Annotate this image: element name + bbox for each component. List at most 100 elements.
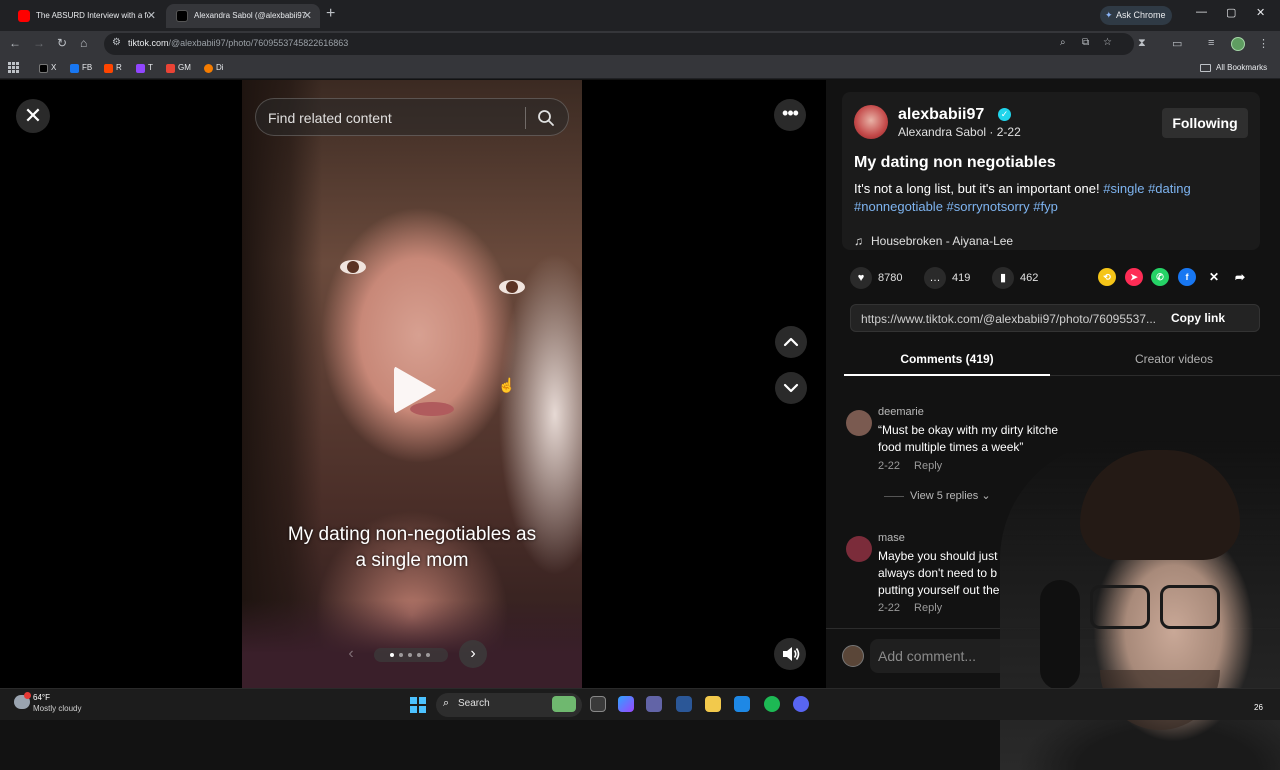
minimize-button[interactable]: — — [1196, 6, 1207, 18]
teams-icon[interactable] — [646, 696, 662, 712]
side-panel-icon[interactable]: ▭ — [1172, 37, 1182, 50]
tab-comments[interactable]: Comments (419) — [844, 352, 1050, 366]
windows-start-icon[interactable] — [410, 697, 426, 713]
music-link[interactable]: ♫ Housebroken - Aiyana-Lee — [854, 234, 1013, 248]
view-replies-button[interactable]: View 5 replies ⌄ — [884, 489, 991, 502]
copy-link-button[interactable]: Copy link — [1171, 311, 1225, 325]
ask-chrome-button[interactable]: ✦ Ask Chrome — [1100, 6, 1172, 25]
carousel-dot[interactable] — [408, 653, 412, 657]
reading-list-icon[interactable]: ≡ — [1208, 37, 1214, 49]
close-viewer-button[interactable]: ✕ — [16, 99, 50, 133]
post-link-url[interactable]: https://www.tiktok.com/@alexbabii97/phot… — [861, 312, 1166, 326]
new-tab-button[interactable]: + — [326, 5, 335, 23]
carousel-dot[interactable] — [390, 653, 394, 657]
search-icon: ⌕ — [443, 697, 450, 709]
forward-icon[interactable]: → — [33, 36, 45, 50]
more-options-button[interactable]: ••• — [774, 99, 806, 131]
following-button[interactable]: Following — [1162, 108, 1248, 138]
tab-tiktok-profile[interactable]: Alexandra Sabol (@alexbabii97) ✕ — [166, 4, 320, 28]
weather-temperature[interactable]: 64°F — [33, 693, 50, 702]
reply-button[interactable]: Reply — [914, 460, 942, 472]
all-bookmarks-button[interactable]: All Bookmarks — [1200, 61, 1267, 75]
previous-photo-button[interactable]: ‹ — [337, 640, 365, 668]
whatsapp-icon[interactable]: ✆ — [1151, 268, 1169, 286]
bookmark-fb[interactable]: FB — [70, 61, 92, 75]
bookmark-label: Di — [216, 63, 224, 72]
taskbar-search-label: Search — [458, 698, 490, 709]
repost-icon[interactable]: ⟲ — [1098, 268, 1116, 286]
next-photo-button[interactable]: › — [459, 640, 487, 668]
share-arrow-icon[interactable]: ➦ — [1231, 268, 1249, 286]
copilot-icon[interactable] — [618, 696, 634, 712]
comment-count: 419 — [952, 272, 971, 284]
weather-alert-badge — [24, 692, 31, 699]
like-button[interactable]: ♥ 8780 — [850, 266, 902, 290]
hashtag-link[interactable]: #single — [1103, 181, 1144, 196]
facebook-share-icon[interactable]: f — [1178, 268, 1196, 286]
commenter-username[interactable]: deemarie — [878, 406, 924, 418]
creator-username[interactable]: alexbabii97 — [898, 106, 984, 124]
previous-post-button[interactable] — [775, 326, 807, 358]
creator-avatar[interactable] — [854, 105, 888, 139]
tab-creator-videos[interactable]: Creator videos — [1074, 352, 1274, 366]
tiktok-page: ✕ ☝ My dating non-negotiables as a singl… — [0, 80, 1280, 770]
sound-toggle-button[interactable] — [774, 638, 806, 670]
carousel-dot[interactable] — [426, 653, 430, 657]
close-window-button[interactable]: ✕ — [1256, 6, 1265, 19]
discord-icon — [204, 64, 213, 73]
find-related-search[interactable] — [255, 98, 569, 136]
creator-nickname-date: Alexandra Sabol · 2-22 — [898, 125, 1021, 139]
file-explorer-icon[interactable] — [705, 696, 721, 712]
comment-button[interactable]: … 419 — [924, 266, 970, 290]
reload-icon[interactable]: ↻ — [57, 36, 67, 50]
commenter-avatar[interactable] — [846, 536, 872, 562]
save-button[interactable]: ▮ 462 — [992, 266, 1038, 290]
commenter-username[interactable]: mase — [878, 532, 905, 544]
next-post-button[interactable] — [775, 372, 807, 404]
spotify-icon[interactable] — [764, 696, 780, 712]
apps-grid-icon[interactable] — [8, 62, 19, 73]
bookmark-star-icon[interactable]: ☆ — [1103, 37, 1112, 48]
commenter-avatar[interactable] — [846, 410, 872, 436]
back-icon[interactable]: ← — [9, 36, 21, 50]
maximize-button[interactable]: ▢ — [1226, 6, 1236, 19]
post-description: It's not a long list, but it's an import… — [854, 180, 1244, 216]
reply-button[interactable]: Reply — [914, 602, 942, 614]
carousel-dot[interactable] — [399, 653, 403, 657]
store-icon[interactable] — [676, 696, 692, 712]
hashtag-link[interactable]: #dating — [1148, 181, 1191, 196]
zoom-icon[interactable]: ⌕ — [1060, 37, 1066, 48]
install-app-icon[interactable]: ⧉ — [1082, 37, 1089, 48]
address-bar[interactable]: ⚙ tiktok.com/@alexbabii97/photo/76095537… — [104, 33, 1134, 55]
search-icon[interactable] — [537, 109, 555, 127]
play-icon[interactable] — [394, 366, 436, 414]
carousel-dot[interactable] — [417, 653, 421, 657]
hashtag-link[interactable]: #sorrynotsorry — [947, 199, 1030, 214]
weather-condition[interactable]: Mostly cloudy — [33, 704, 81, 713]
bookmark-label: R — [116, 63, 122, 72]
close-tab-icon[interactable]: ✕ — [147, 4, 156, 28]
bookmark-icon: ▮ — [992, 267, 1014, 290]
send-to-friends-icon[interactable]: ➤ — [1125, 268, 1143, 286]
hashtag-link[interactable]: #nonnegotiable — [854, 199, 943, 214]
extensions-icon[interactable]: ⧗ — [1138, 37, 1146, 50]
tab-youtube-interview[interactable]: The ABSURD Interview with a fe ✕ — [8, 4, 164, 28]
comment-text: “Must be okay with my dirty kitche food … — [878, 423, 1059, 454]
bookmark-gm[interactable]: GM — [166, 61, 191, 75]
bookmark-di[interactable]: Di — [204, 61, 224, 75]
discord-taskbar-icon[interactable] — [793, 696, 809, 712]
bookmark-x[interactable]: X — [39, 61, 56, 75]
webcam-glasses-left — [1090, 585, 1150, 629]
search-input[interactable] — [268, 107, 518, 129]
bookmark-t[interactable]: T — [136, 61, 153, 75]
menu-kebab-icon[interactable]: ⋮ — [1258, 37, 1269, 50]
bookmark-r[interactable]: R — [104, 61, 122, 75]
home-icon[interactable]: ⌂ — [80, 36, 87, 50]
task-view-icon[interactable] — [590, 696, 606, 712]
browser-app-icon[interactable] — [734, 696, 750, 712]
profile-avatar[interactable] — [1231, 37, 1245, 51]
close-tab-icon[interactable]: ✕ — [303, 4, 312, 28]
x-share-icon[interactable]: ✕ — [1205, 268, 1223, 286]
hashtag-link[interactable]: #fyp — [1033, 199, 1058, 214]
site-info-icon[interactable]: ⚙ — [112, 37, 121, 48]
